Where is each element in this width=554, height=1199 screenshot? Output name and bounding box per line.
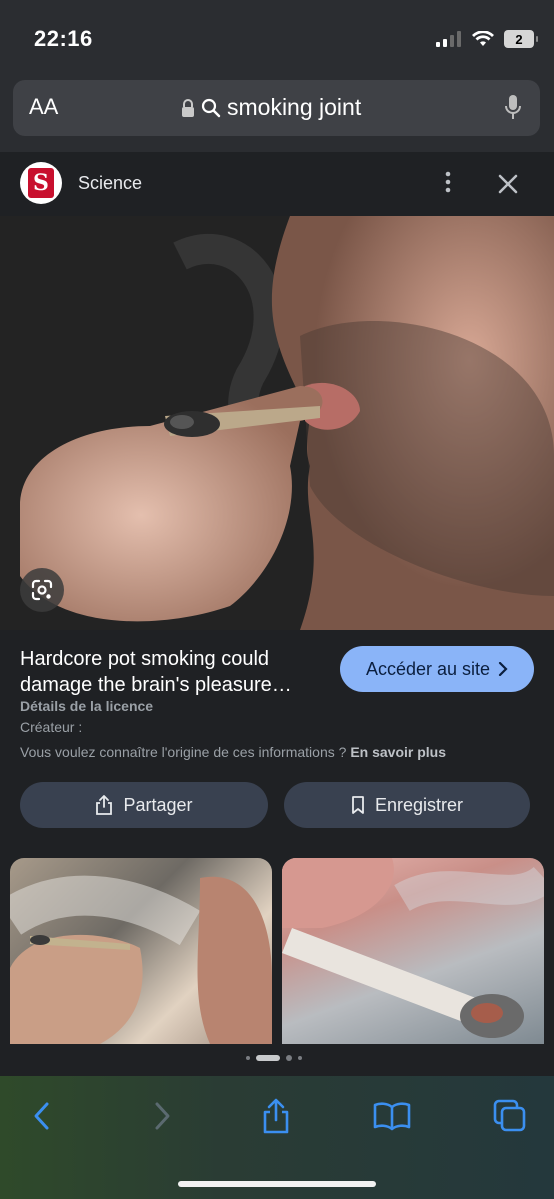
carousel-dot-active xyxy=(256,1055,280,1061)
result-title[interactable]: Hardcore pot smoking could damage the br… xyxy=(20,646,320,698)
search-query[interactable]: smoking joint xyxy=(227,94,361,121)
visit-site-label: Accéder au site xyxy=(365,658,491,679)
save-label: Enregistrer xyxy=(374,794,464,815)
bookmark-icon xyxy=(352,796,364,814)
carousel-indicator xyxy=(246,1055,302,1061)
back-chevron-icon xyxy=(34,1102,49,1130)
chevron-right-icon xyxy=(498,662,508,676)
browser-address-area: AA smoking joint xyxy=(0,76,554,152)
search-icon xyxy=(201,98,221,117)
bookmarks-button[interactable] xyxy=(372,1096,412,1136)
tabs-button[interactable] xyxy=(490,1096,530,1136)
back-button[interactable] xyxy=(22,1096,62,1136)
main-image-illustration xyxy=(0,216,554,630)
more-options-icon[interactable] xyxy=(436,170,460,194)
share-icon xyxy=(263,1098,289,1134)
home-indicator[interactable] xyxy=(178,1181,376,1187)
source-name[interactable]: Science xyxy=(78,173,142,194)
forward-chevron-icon xyxy=(155,1102,170,1130)
status-icons: 2 xyxy=(436,30,538,48)
related-image-1-illustration xyxy=(10,875,272,1044)
battery-icon: 2 xyxy=(504,30,538,48)
license-details-link[interactable]: Détails de la licence xyxy=(20,698,153,714)
toolbar-share-button[interactable] xyxy=(256,1096,296,1136)
lens-search-button[interactable] xyxy=(20,568,64,612)
share-button[interactable]: Partager xyxy=(20,782,268,828)
source-logo-letter: S xyxy=(28,168,54,198)
forward-button[interactable] xyxy=(142,1096,182,1136)
main-result-image[interactable] xyxy=(0,216,554,630)
close-icon[interactable] xyxy=(494,170,522,198)
wifi-icon xyxy=(472,31,494,46)
source-header: S Science xyxy=(0,152,554,216)
related-image-1[interactable] xyxy=(10,858,272,1044)
carousel-dot xyxy=(298,1056,302,1060)
learn-more-link[interactable]: En savoir plus xyxy=(350,744,446,760)
source-logo: S xyxy=(20,162,62,204)
address-content: smoking joint xyxy=(181,94,361,121)
text-size-button[interactable]: AA xyxy=(29,94,58,120)
carousel-dot xyxy=(246,1056,250,1060)
lens-icon xyxy=(31,579,53,601)
book-icon xyxy=(373,1102,411,1131)
related-image-2[interactable] xyxy=(282,858,544,1044)
share-icon xyxy=(96,795,113,815)
status-bar: 22:16 2 xyxy=(0,0,554,76)
save-button[interactable]: Enregistrer xyxy=(284,782,530,828)
lock-icon xyxy=(182,98,194,117)
origin-question: Vous voulez connaître l'origine de ces i… xyxy=(20,744,347,760)
tabs-icon xyxy=(493,1099,526,1132)
origin-info: Vous voulez connaître l'origine de ces i… xyxy=(20,744,446,760)
share-label: Partager xyxy=(123,794,193,815)
status-time: 22:16 xyxy=(34,26,93,51)
microphone-icon[interactable] xyxy=(504,94,522,122)
carousel-dot xyxy=(286,1055,292,1061)
creator-label: Créateur : xyxy=(20,719,83,735)
cellular-signal-icon xyxy=(436,31,461,47)
related-image-2-illustration xyxy=(282,858,544,1038)
address-bar[interactable]: AA smoking joint xyxy=(13,80,540,136)
visit-site-button[interactable]: Accéder au site xyxy=(340,646,534,692)
